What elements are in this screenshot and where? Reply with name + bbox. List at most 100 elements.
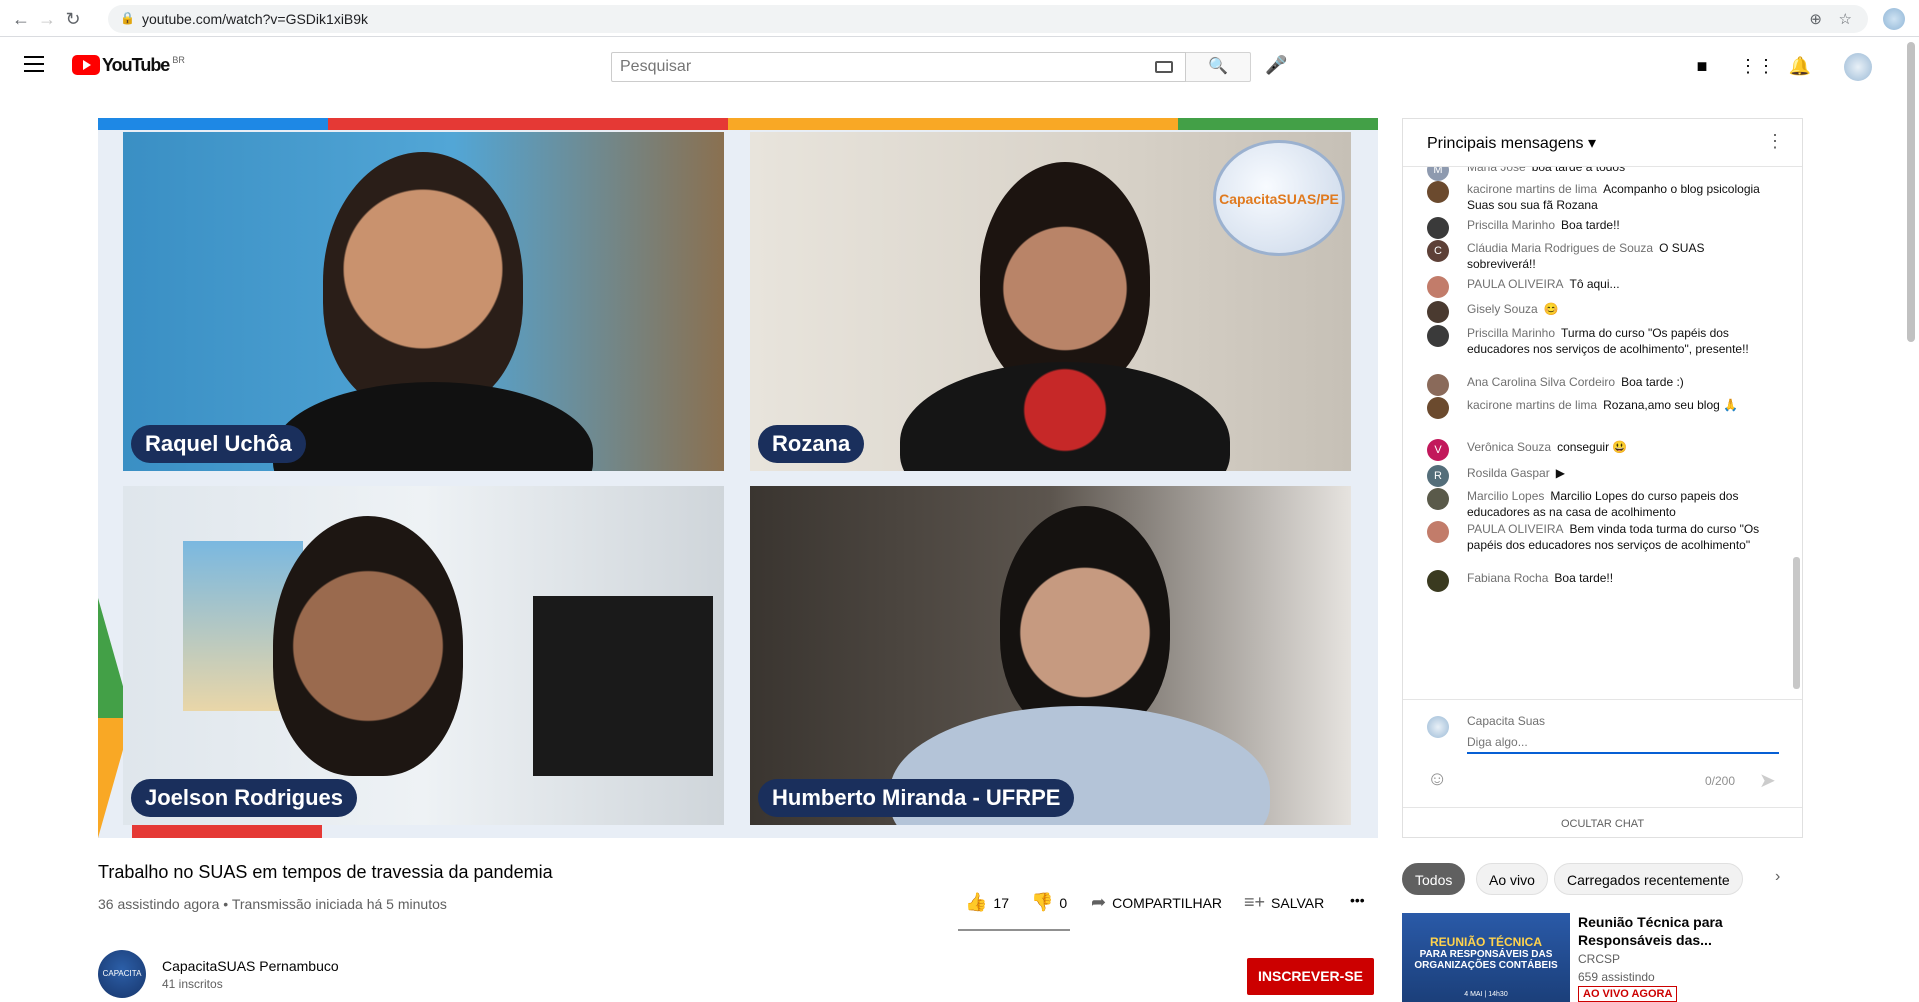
search-button[interactable]: 🔍: [1186, 52, 1251, 82]
chat-author-name[interactable]: kacirone martins de lima: [1467, 398, 1597, 412]
participant-tile: Joelson Rodrigues: [123, 486, 724, 825]
save-button[interactable]: ≡+ SALVAR: [1244, 892, 1324, 913]
chat-author-avatar[interactable]: [1427, 325, 1449, 347]
dropdown-caret-icon: ▾: [1587, 135, 1597, 152]
page-scrollbar[interactable]: [1907, 42, 1915, 342]
chat-author-name[interactable]: Verônica Souza: [1467, 440, 1551, 454]
chat-menu-icon[interactable]: ⋮: [1766, 131, 1784, 152]
chat-message-body: PAULA OLIVEIRA Tô aqui...: [1467, 276, 1767, 292]
chat-message: Gisely Souza 😊: [1427, 301, 1767, 323]
chat-author-avatar[interactable]: [1427, 217, 1449, 239]
chat-author-name[interactable]: kacirone martins de lima: [1467, 182, 1597, 196]
youtube-play-icon: [72, 55, 100, 75]
chat-author-avatar[interactable]: [1427, 521, 1449, 543]
chat-author-avatar[interactable]: [1427, 397, 1449, 419]
channel-avatar[interactable]: CAPACITA SUAS/PE: [98, 950, 146, 998]
chip-carregados[interactable]: Carregados recentemente: [1554, 863, 1743, 895]
chat-message-body: kacirone martins de lima Rozana,amo seu b…: [1467, 397, 1767, 413]
chat-message-body: Ana Carolina Silva Cordeiro Boa tarde :): [1467, 374, 1767, 390]
participant-tile: CapacitaSUAS/PE Rozana: [750, 132, 1351, 471]
chat-author-name[interactable]: Gisely Souza: [1467, 302, 1538, 316]
dislike-button[interactable]: 👎 0: [1031, 892, 1067, 913]
create-video-icon[interactable]: ■: [1690, 54, 1714, 78]
thumb-line: 4 MAI | 14h30: [1464, 991, 1508, 998]
address-bar[interactable]: 🔒 youtube.com/watch?v=GSDik1xiB9k ⊕ ☆: [108, 5, 1868, 33]
chat-author-avatar[interactable]: V: [1427, 439, 1449, 461]
chat-author-avatar[interactable]: C: [1427, 240, 1449, 262]
keyboard-icon[interactable]: [1155, 61, 1173, 73]
forward-arrow-icon[interactable]: →: [36, 8, 58, 30]
chat-author-name[interactable]: Priscilla Marinho: [1467, 326, 1555, 340]
capacitasuas-logo: CapacitaSUAS/PE: [1213, 140, 1345, 256]
notifications-bell-icon[interactable]: 🔔: [1788, 54, 1812, 78]
chat-message: PAULA OLIVEIRA Bem vinda toda turma do cu…: [1427, 521, 1767, 553]
chat-author-name[interactable]: Ana Carolina Silva Cordeiro: [1467, 375, 1615, 389]
youtube-logo[interactable]: YouTube BR: [72, 55, 185, 75]
chat-message-text: conseguir 😃: [1557, 440, 1628, 454]
participant-tile: Humberto Miranda - UFRPE: [750, 486, 1351, 825]
chat-message: Marcilio Lopes Marcilio Lopes do curso pa…: [1427, 488, 1767, 520]
channel-name[interactable]: CapacitaSUAS Pernambuco: [162, 958, 339, 974]
share-button[interactable]: ➦ COMPARTILHAR: [1091, 892, 1222, 913]
bookmark-star-icon[interactable]: ☆: [1839, 10, 1852, 28]
suggestion-channel[interactable]: CRCSP: [1578, 952, 1620, 966]
chat-author-avatar[interactable]: [1427, 374, 1449, 396]
browser-profile-avatar[interactable]: [1883, 8, 1905, 30]
more-actions-button[interactable]: •••: [1350, 892, 1365, 908]
chat-author-name[interactable]: Fabiana Rocha: [1467, 571, 1548, 585]
participant-video: [1000, 506, 1170, 736]
back-arrow-icon[interactable]: ←: [10, 8, 32, 30]
chat-message: kacirone martins de lima Rozana,amo seu b…: [1427, 397, 1767, 419]
participant-name: Joelson Rodrigues: [131, 779, 358, 817]
chip-todos[interactable]: Todos: [1402, 863, 1466, 895]
chat-author-avatar[interactable]: R: [1427, 465, 1449, 487]
participant-tile: Raquel Uchôa: [123, 132, 724, 471]
search-input[interactable]: [612, 53, 1132, 81]
chat-author-avatar[interactable]: [1427, 276, 1449, 298]
chat-author-avatar[interactable]: [1427, 488, 1449, 510]
emoji-icon[interactable]: ☺: [1427, 768, 1447, 791]
apps-grid-icon[interactable]: ⋮⋮: [1739, 54, 1775, 78]
chat-message-body: Rosilda Gaspar ▶: [1467, 465, 1767, 481]
chat-author-name[interactable]: Rosilda Gaspar: [1467, 466, 1550, 480]
chat-messages: M Maria Jose boa tarde a todos kacirone mar…: [1403, 167, 1802, 699]
chat-author-avatar[interactable]: [1427, 181, 1449, 203]
chat-message-body: Fabiana Rocha Boa tarde!!: [1467, 570, 1767, 586]
send-icon[interactable]: ➤: [1759, 768, 1776, 793]
account-avatar[interactable]: [1844, 53, 1872, 81]
chat-author-name[interactable]: PAULA OLIVEIRA: [1467, 277, 1564, 291]
logo-text: YouTube: [102, 55, 170, 75]
thumb-line: REUNIÃO TÉCNICA: [1429, 935, 1542, 949]
url-text[interactable]: youtube.com/watch?v=GSDik1xiB9k: [142, 11, 368, 27]
chat-author-name[interactable]: PAULA OLIVEIRA: [1467, 522, 1564, 536]
hamburger-menu-icon[interactable]: [24, 56, 44, 72]
like-button[interactable]: 👍 17: [965, 892, 1009, 913]
chat-message-text: 😊: [1543, 302, 1559, 316]
video-player[interactable]: Raquel Uchôa CapacitaSUAS/PE Rozana Joel…: [98, 118, 1378, 838]
chat-author-name[interactable]: Marcilio Lopes: [1467, 489, 1544, 503]
chat-mode-dropdown[interactable]: Principais mensagens ▾: [1427, 133, 1596, 153]
chip-ao-vivo[interactable]: Ao vivo: [1476, 863, 1548, 895]
chat-author-avatar[interactable]: [1427, 570, 1449, 592]
subscribe-button[interactable]: INSCREVER-SE: [1247, 958, 1374, 995]
save-label: SALVAR: [1271, 894, 1325, 911]
microphone-icon[interactable]: 🎤: [1265, 55, 1287, 79]
chat-message: R Rosilda Gaspar ▶: [1427, 465, 1767, 487]
chat-scrollbar[interactable]: [1793, 557, 1800, 689]
country-code: BR: [172, 55, 185, 65]
chat-author-avatar[interactable]: M: [1427, 167, 1449, 181]
chevron-right-icon[interactable]: ›: [1775, 868, 1780, 886]
chat-author-name[interactable]: Cláudia Maria Rodrigues de Souza: [1467, 241, 1653, 255]
reload-icon[interactable]: ↻: [62, 8, 84, 30]
suggestion-title[interactable]: Reunião Técnica para Responsáveis das...: [1578, 913, 1778, 949]
more-dots-icon: •••: [1350, 892, 1365, 908]
chat-input[interactable]: [1467, 732, 1779, 754]
chat-message: Ana Carolina Silva Cordeiro Boa tarde :): [1427, 374, 1767, 396]
chat-author-avatar[interactable]: [1427, 301, 1449, 323]
install-icon[interactable]: ⊕: [1809, 10, 1822, 28]
suggestion-thumbnail[interactable]: REUNIÃO TÉCNICA PARA RESPONSÁVEIS DAS OR…: [1402, 913, 1570, 1002]
chat-author-name[interactable]: Priscilla Marinho: [1467, 218, 1555, 232]
chat-author-name[interactable]: Maria Jose: [1467, 167, 1526, 174]
participant-video: [323, 152, 523, 412]
hide-chat-button[interactable]: OCULTAR CHAT: [1403, 807, 1802, 839]
